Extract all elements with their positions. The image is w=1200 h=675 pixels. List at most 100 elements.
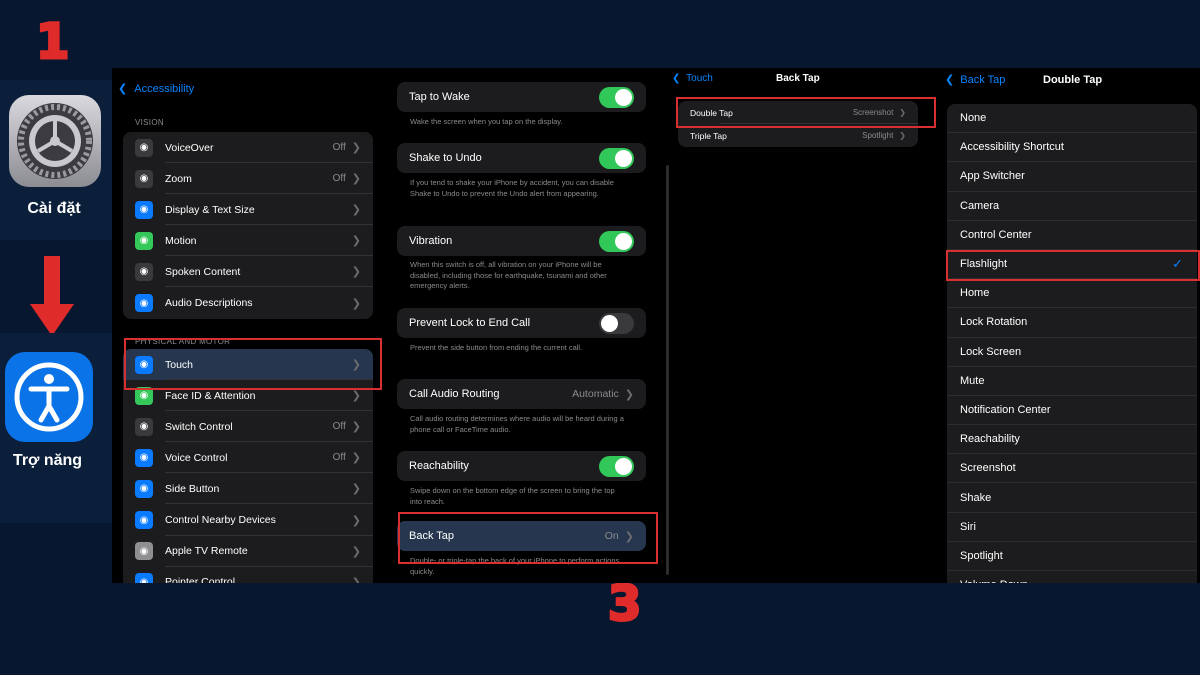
action-option-volume-down[interactable]: Volume Down (947, 571, 1197, 583)
arrow-down-icon (30, 256, 74, 336)
call-audio-routing-value: Automatic (572, 388, 619, 400)
chevron-right-icon: ❯ (351, 421, 361, 434)
back-to-touch-button[interactable]: ❮ Touch (672, 73, 713, 84)
back-tap-title: Back Tap (776, 73, 820, 84)
setting-value: Off (332, 142, 346, 154)
chevron-right-icon: ❯ (351, 204, 361, 217)
action-option-reachability[interactable]: Reachability (947, 425, 1197, 455)
chevron-left-icon: ❮ (945, 74, 955, 86)
setting-row-pointer-control[interactable]: ◉ Pointer Control ❯ (123, 567, 373, 583)
action-option-screenshot[interactable]: Screenshot (947, 454, 1197, 484)
call-audio-routing-description: Call audio routing determines where audi… (410, 414, 624, 434)
back-tap-panel: ❮ Touch Back Tap Double Tap Screenshot ❯… (670, 68, 942, 583)
setting-row-spoken-content[interactable]: ◉ Spoken Content ❯ (123, 256, 373, 288)
prevent-lock-toggle[interactable] (599, 312, 634, 334)
action-option-label: Screenshot (960, 462, 1016, 475)
setting-label: Motion (165, 234, 197, 247)
action-option-app-switcher[interactable]: App Switcher (947, 162, 1197, 192)
setting-label: Spoken Content (165, 265, 241, 278)
audio-descriptions-icon: ◉ (135, 294, 153, 313)
vibration-toggle[interactable] (599, 230, 634, 252)
triple-tap-label: Triple Tap (690, 130, 727, 141)
setting-label: Display & Text Size (165, 203, 255, 216)
action-option-none[interactable]: None (947, 104, 1197, 134)
setting-row-voiceover[interactable]: ◉ VoiceOver Off ❯ (123, 132, 373, 164)
chevron-right-icon: ❯ (351, 142, 361, 155)
setting-row-motion[interactable]: ◉ Motion ❯ (123, 225, 373, 257)
shake-to-undo-toggle[interactable] (599, 147, 634, 169)
setting-row-switch-control[interactable]: ◉ Switch Control Off ❯ (123, 411, 373, 443)
chevron-right-icon: ❯ (351, 576, 361, 583)
action-option-label: Notification Center (960, 403, 1051, 416)
back-to-accessibility-button[interactable]: ❮ Accessibility (118, 82, 194, 95)
setting-row-voice-control[interactable]: ◉ Voice Control Off ❯ (123, 442, 373, 474)
setting-value: Off (332, 421, 346, 433)
double-tap-panel: ❮ Back Tap Double Tap None Accessibility … (942, 68, 1200, 583)
chevron-right-icon: ❯ (351, 266, 361, 279)
back-label: Touch (686, 73, 713, 84)
triple-tap-value: Spotlight (862, 131, 894, 140)
zoom-icon: ◉ (135, 169, 153, 188)
back-tap-highlight-box (398, 512, 658, 564)
action-option-label: Spotlight (960, 549, 1003, 562)
vibration-row: Vibration (397, 226, 646, 256)
action-option-control-center[interactable]: Control Center (947, 221, 1197, 250)
action-option-mute[interactable]: Mute (947, 367, 1197, 396)
step-number-1: 1 (34, 14, 70, 70)
action-option-shake[interactable]: Shake (947, 483, 1197, 513)
action-option-home[interactable]: Home (947, 279, 1197, 309)
setting-row-zoom[interactable]: ◉ Zoom Off ❯ (123, 163, 373, 195)
accessibility-app-label: Trợ năng (12, 452, 83, 469)
prevent-lock-description: Prevent the side button from ending the … (410, 343, 583, 352)
touch-panel-scrollbar[interactable] (666, 165, 669, 575)
vision-settings-group: ◉ VoiceOver Off ❯ ◉ Zoom Off ❯ ◉ Display & Text S… (123, 132, 373, 319)
action-option-label: Reachability (960, 433, 1020, 446)
back-label: Accessibility (134, 83, 195, 95)
settings-app-icon[interactable] (9, 95, 101, 187)
call-audio-routing-label: Call Audio Routing (409, 388, 500, 400)
setting-label: Apple TV Remote (165, 545, 248, 558)
setting-row-audio-descriptions[interactable]: ◉ Audio Descriptions ❯ (123, 287, 373, 318)
action-option-accessibility-shortcut[interactable]: Accessibility Shortcut (947, 133, 1197, 163)
action-option-label: App Switcher (960, 170, 1025, 183)
action-option-lock-screen[interactable]: Lock Screen (947, 338, 1197, 367)
double-tap-title: Double Tap (1043, 74, 1103, 86)
action-option-spotlight[interactable]: Spotlight (947, 542, 1197, 571)
spoken-content-icon: ◉ (135, 262, 153, 281)
action-option-camera[interactable]: Camera (947, 192, 1197, 221)
flashlight-highlight-box (946, 250, 1200, 281)
reachability-toggle[interactable] (599, 455, 634, 477)
shake-to-undo-label: Shake to Undo (409, 152, 482, 164)
accessibility-person-icon (14, 362, 84, 432)
chevron-right-icon: ❯ (351, 483, 361, 496)
action-option-lock-rotation[interactable]: Lock Rotation (947, 308, 1197, 338)
chevron-left-icon: ❮ (672, 73, 681, 84)
chevron-right-icon: ❯ (899, 131, 906, 140)
action-option-notification-center[interactable]: Notification Center (947, 396, 1197, 426)
action-option-siri[interactable]: Siri (947, 513, 1197, 542)
pointer-control-icon: ◉ (135, 573, 153, 583)
prevent-lock-row: Prevent Lock to End Call (397, 308, 646, 338)
gear-icon (17, 103, 93, 179)
chevron-right-icon: ❯ (351, 235, 361, 248)
setting-label: Audio Descriptions (165, 297, 253, 310)
setting-row-display-text-size[interactable]: ◉ Display & Text Size ❯ (123, 194, 373, 226)
step-number-3: 3 (606, 576, 642, 632)
chevron-right-icon: ❯ (351, 514, 361, 527)
accessibility-app-icon[interactable] (5, 352, 93, 442)
chevron-right-icon: ❯ (351, 390, 361, 403)
setting-row-apple-tv-remote[interactable]: ◉ Apple TV Remote ❯ (123, 536, 373, 567)
action-option-label: Accessibility Shortcut (960, 141, 1064, 154)
setting-label: Control Nearby Devices (165, 514, 276, 527)
setting-row-side-button[interactable]: ◉ Side Button ❯ (123, 473, 373, 505)
setting-label: Face ID & Attention (165, 389, 256, 402)
back-to-back-tap-button[interactable]: ❮ Back Tap (945, 73, 1005, 86)
vision-section-header: VISION (135, 118, 164, 127)
action-option-label: Siri (960, 520, 976, 533)
setting-row-control-nearby-devices[interactable]: ◉ Control Nearby Devices ❯ (123, 504, 373, 536)
tap-to-wake-toggle[interactable] (599, 86, 634, 108)
call-audio-routing-row[interactable]: Call Audio Routing Automatic ❯ (397, 379, 646, 409)
shake-to-undo-row: Shake to Undo (397, 143, 646, 173)
setting-label: Pointer Control (165, 576, 236, 583)
text-size-icon: ◉ (135, 200, 153, 219)
